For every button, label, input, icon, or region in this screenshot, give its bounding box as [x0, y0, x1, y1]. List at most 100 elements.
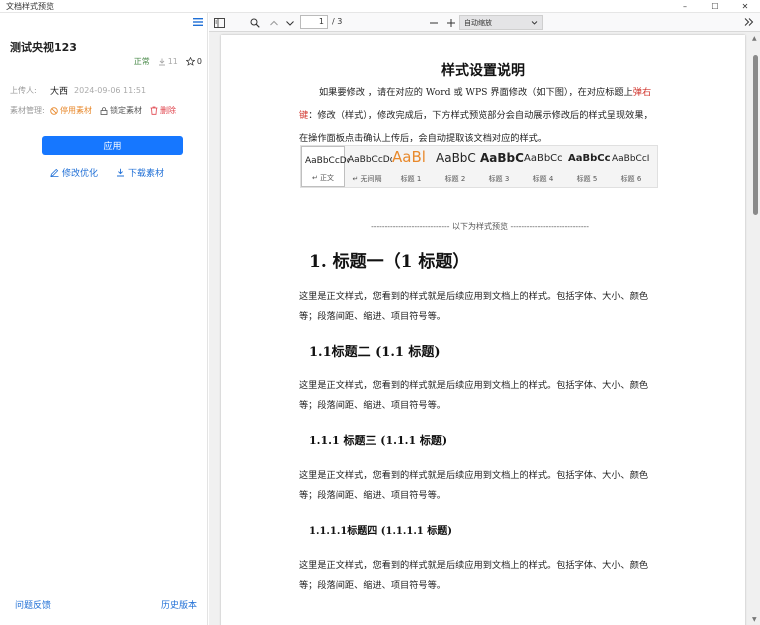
ribbon-sample: AaBbCc — [568, 153, 611, 164]
document-name: 测试央视123 — [10, 41, 77, 54]
ribbon-label: 标题 1 — [400, 175, 422, 183]
edit-optimize-label: 修改优化 — [62, 169, 99, 179]
close-icon[interactable]: ✕ — [730, 0, 760, 13]
style-ribbon-image: AaBbCcDc ↵ 正文 AaBbCcDc ↵ 无间隔 AaBl 标题 1 A… — [300, 145, 658, 188]
intro-paragraph: 如果要修改 ，请在对应的 Word 或 WPS 界面修改（如下图），在对应标题上… — [299, 81, 661, 150]
preview-divider: ----------------------------- 以下为样式预览 --… — [371, 222, 589, 231]
history-version-link[interactable]: 历史版本 — [161, 598, 197, 611]
pdf-viewer: 1 / 3 自动缩放 样式设置说明 如果要修改 ，请在对应的 Word 或 WP… — [209, 13, 760, 625]
viewer-toolbar: 1 / 3 自动缩放 — [209, 13, 760, 32]
heading-4: 1.1.1.1标题四 (1.1.1.1 标题) — [309, 526, 452, 537]
heading-1: 1. 标题一（1 标题） — [309, 252, 470, 272]
ribbon-label: 标题 6 — [620, 175, 642, 183]
page-number-input[interactable]: 1 — [300, 15, 328, 29]
ribbon-style-heading4: AaBbCc 标题 4 — [521, 146, 565, 187]
status-badge: 正常 — [133, 57, 150, 66]
document-stats: 正常 11 0 — [134, 56, 202, 67]
download-count-icon — [158, 58, 165, 65]
body-paragraph: 这里是正文样式，您看到的样式就是后续应用到文档上的样式。包括字体、大小、颜色等；… — [299, 470, 649, 501]
apply-button[interactable]: 应用 — [42, 136, 183, 155]
previous-page-icon[interactable] — [268, 17, 279, 28]
vertical-scrollbar[interactable]: ▲ ▼ — [752, 35, 758, 623]
ribbon-style-heading2: AaBbC 标题 2 — [433, 146, 477, 187]
ribbon-style-heading6: AaBbCcI 标题 6 — [609, 146, 653, 187]
window-titlebar: 文档样式预览 – ☐ ✕ — [0, 0, 760, 13]
download-material-label: 下载素材 — [128, 169, 165, 179]
zoom-value: 自动缩放 — [464, 18, 492, 27]
heading-3: 1.1.1 标题三 (1.1.1 标题) — [309, 434, 448, 447]
delete-material-label: 删除 — [160, 106, 176, 115]
lock-material-button[interactable]: 锁定素材 — [100, 105, 142, 116]
ribbon-style-heading1: AaBl 标题 1 — [389, 146, 433, 187]
chevron-down-icon — [531, 21, 538, 25]
delete-material-button[interactable]: 删除 — [150, 105, 176, 116]
ribbon-sample: AaBbC — [436, 151, 476, 165]
upload-date: 2024-09-06 11:51 — [74, 86, 147, 95]
ban-icon — [50, 106, 58, 115]
uploader-label: 上传人: — [10, 86, 37, 95]
trash-icon — [150, 106, 158, 115]
star-count: 0 — [196, 57, 202, 66]
ribbon-sample: AaBbC — [480, 151, 524, 165]
body-paragraph: 这里是正文样式，您看到的样式就是后续应用到文档上的样式。包括字体、大小、颜色等；… — [299, 560, 649, 591]
uploader-row: 上传人: 大西 2024-09-06 11:51 — [10, 84, 146, 97]
star-icon — [185, 57, 195, 66]
ribbon-label: 标题 4 — [532, 175, 554, 183]
ribbon-label: ↵ 无间隔 — [352, 175, 382, 183]
zoom-select[interactable]: 自动缩放 — [459, 15, 543, 30]
bottom-links: 问题反馈 历史版本 — [15, 598, 197, 611]
material-manage-row: 素材管理: 停用素材 锁定素材 删除 — [10, 105, 184, 116]
edit-icon — [50, 168, 59, 177]
scroll-down-icon[interactable]: ▼ — [752, 616, 757, 623]
body-paragraph: 这里是正文样式，您看到的样式就是后续应用到文档上的样式。包括字体、大小、颜色等；… — [299, 291, 649, 322]
download-count: 11 — [158, 57, 178, 66]
left-panel: 测试央视123 正常 11 0 上传人: 大西 2024-09-06 11:51… — [0, 13, 208, 625]
maximize-icon[interactable]: ☐ — [700, 0, 730, 13]
document-page: 样式设置说明 如果要修改 ，请在对应的 Word 或 WPS 界面修改（如下图）… — [221, 35, 745, 625]
intro-text-1: 如果要修改 ，请在对应的 Word 或 WPS 界面修改（如下图），在对应标题上 — [319, 87, 633, 98]
intro-text-2: ：修改（样式），修改完成后，下方样式预览部分会自动展示修改后的样式呈现效果，在操… — [299, 110, 653, 144]
uploader-name: 大西 — [50, 87, 69, 97]
ribbon-style-nospacing: AaBbCcDc ↵ 无间隔 — [345, 146, 392, 187]
ribbon-sample: AaBbCcDc — [305, 156, 349, 166]
download-material-link[interactable]: 下载素材 — [116, 166, 164, 179]
star-button[interactable]: 0 — [185, 57, 202, 66]
ribbon-label: 标题 5 — [576, 175, 598, 183]
ribbon-style-heading5: AaBbCc 标题 5 — [565, 146, 611, 187]
window-title: 文档样式预览 — [6, 1, 54, 11]
manage-label: 素材管理: — [10, 106, 45, 115]
ribbon-label: 标题 2 — [444, 175, 466, 183]
search-icon[interactable] — [249, 17, 260, 28]
sidebar-toggle-icon[interactable] — [214, 17, 225, 28]
disable-material-label: 停用素材 — [60, 106, 92, 115]
disable-material-button[interactable]: 停用素材 — [50, 105, 92, 116]
ribbon-style-normal: AaBbCcDc ↵ 正文 — [301, 146, 349, 187]
scroll-thumb[interactable] — [753, 55, 758, 215]
ribbon-label: ↵ 正文 — [311, 174, 335, 182]
zoom-in-icon[interactable] — [445, 17, 456, 28]
ribbon-label: 标题 3 — [488, 175, 510, 183]
ribbon-sample: AaBbCc — [524, 153, 563, 164]
more-tools-icon[interactable] — [744, 17, 754, 29]
minimize-icon[interactable]: – — [670, 0, 700, 13]
scroll-up-icon[interactable]: ▲ — [752, 35, 757, 42]
menu-list-icon[interactable] — [193, 17, 203, 27]
heading-2: 1.1标题二 (1.1 标题) — [309, 345, 441, 360]
download-icon — [117, 168, 125, 177]
ribbon-sample: AaBbCcDc — [348, 155, 392, 165]
ribbon-sample: AaBbCcI — [612, 154, 650, 164]
page-title: 样式设置说明 — [441, 63, 525, 79]
page-total: / 3 — [332, 17, 343, 26]
zoom-out-icon[interactable] — [428, 17, 439, 28]
ribbon-style-heading3: AaBbC 标题 3 — [477, 146, 524, 187]
lock-material-label: 锁定素材 — [110, 106, 142, 115]
window-controls: – ☐ ✕ — [670, 0, 760, 13]
download-count-value: 11 — [167, 57, 178, 66]
lock-icon — [100, 106, 108, 115]
next-page-icon[interactable] — [284, 17, 295, 28]
edit-optimize-link[interactable]: 修改优化 — [50, 166, 98, 179]
action-links: 修改优化 下载素材 — [50, 166, 164, 179]
body-paragraph: 这里是正文样式，您看到的样式就是后续应用到文档上的样式。包括字体、大小、颜色等；… — [299, 380, 649, 411]
feedback-link[interactable]: 问题反馈 — [15, 598, 51, 611]
ribbon-sample: AaBl — [392, 148, 426, 166]
